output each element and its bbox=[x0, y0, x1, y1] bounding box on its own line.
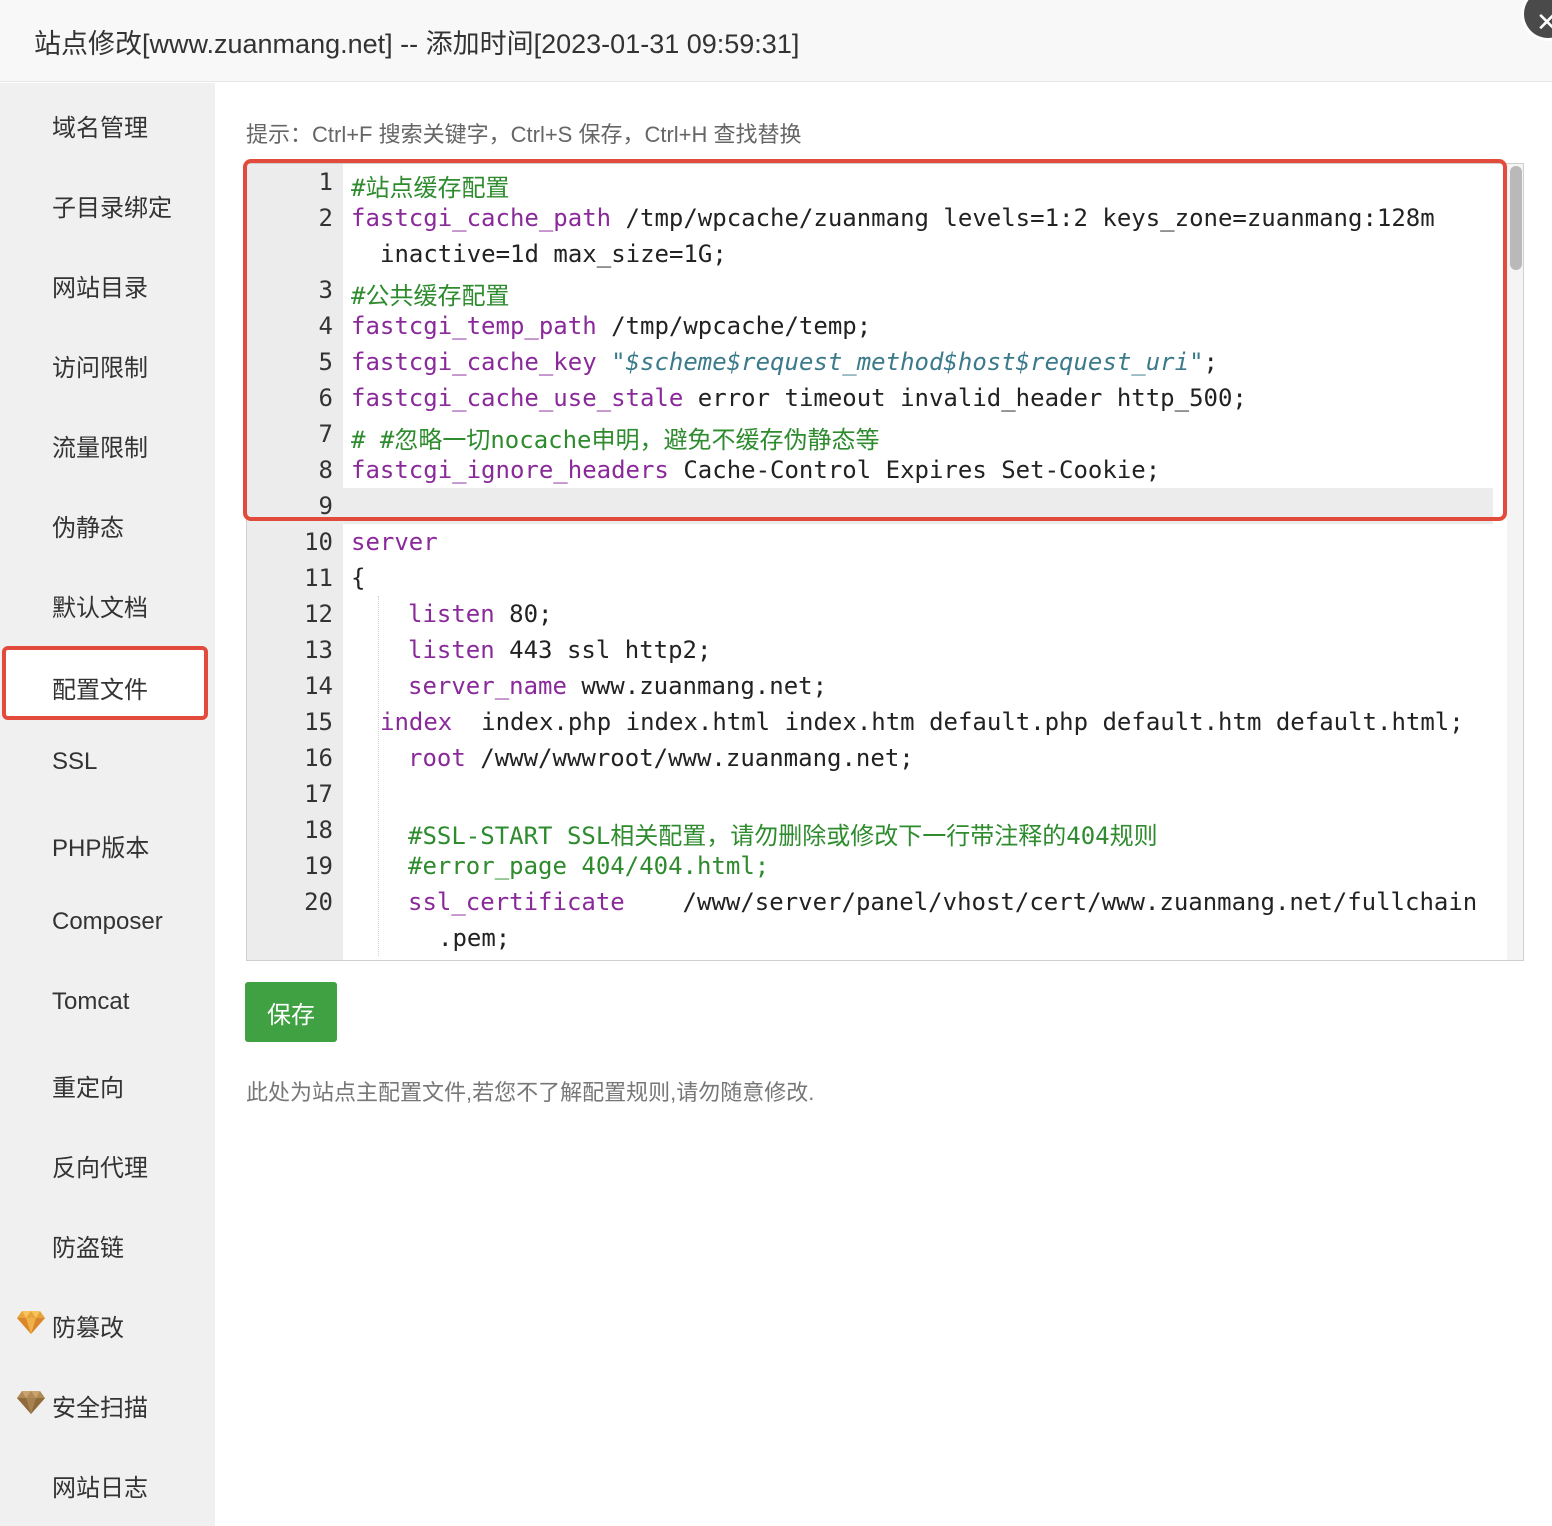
code-line: # #忽略一切nocache申明，避免不缓存伪静态等 bbox=[351, 426, 880, 454]
line-number: 7 bbox=[318, 420, 333, 448]
sidebar-item-tamper-proof[interactable]: 防篡改 bbox=[0, 1283, 215, 1363]
code-line: fastcgi_ignore_headers Cache-Control Exp… bbox=[351, 456, 1161, 484]
sidebar-item-subdir[interactable]: 子目录绑定 bbox=[0, 163, 215, 243]
code-line: listen 80; bbox=[408, 600, 553, 628]
sidebar-item-label: 配置文件 bbox=[52, 677, 148, 704]
code-line: fastcgi_cache_path /tmp/wpcache/zuanmang… bbox=[351, 204, 1435, 232]
sidebar-item-label: Composer bbox=[52, 908, 163, 935]
sidebar-item-default-doc[interactable]: 默认文档 bbox=[0, 563, 215, 643]
sidebar-item-label: 流量限制 bbox=[52, 435, 148, 462]
line-number: 3 bbox=[318, 276, 333, 304]
code-line: { bbox=[351, 564, 366, 592]
sidebar-item-reverse-proxy[interactable]: 反向代理 bbox=[0, 1123, 215, 1203]
code-line-wrap: .pem; bbox=[438, 924, 511, 952]
sidebar-item-label: 默认文档 bbox=[52, 595, 148, 622]
editor-scrollbar[interactable] bbox=[1507, 164, 1523, 960]
line-number: 12 bbox=[304, 600, 333, 628]
sidebar-item-redirect[interactable]: 重定向 bbox=[0, 1043, 215, 1123]
sidebar-item-label: 访问限制 bbox=[52, 355, 148, 382]
code-line: #公共缓存配置 bbox=[351, 282, 510, 310]
sidebar-item-config-file[interactable]: 配置文件 bbox=[2, 646, 208, 720]
gem-icon bbox=[17, 1391, 45, 1414]
scrollbar-thumb[interactable] bbox=[1510, 166, 1522, 270]
sidebar-item-tomcat[interactable]: Tomcat bbox=[0, 963, 215, 1043]
line-number: 15 bbox=[304, 708, 333, 736]
code-line: server bbox=[351, 528, 438, 556]
line-number: 13 bbox=[304, 636, 333, 664]
sidebar-item-label: Tomcat bbox=[52, 988, 130, 1015]
code-line: root /www/wwwroot/www.zuanmang.net; bbox=[408, 744, 914, 772]
sidebar-item-label: PHP版本 bbox=[52, 835, 150, 862]
code-line: server_name www.zuanmang.net; bbox=[408, 672, 828, 700]
sidebar-item-traffic-limit[interactable]: 流量限制 bbox=[0, 403, 215, 483]
code-line: #error_page 404/404.html; bbox=[408, 852, 770, 880]
sidebar-item-label: 子目录绑定 bbox=[52, 195, 172, 222]
sidebar-item-security-scan[interactable]: 安全扫描 bbox=[0, 1363, 215, 1443]
line-number: 19 bbox=[304, 852, 333, 880]
sidebar-item-label: 防篡改 bbox=[52, 1315, 124, 1342]
line-number: 6 bbox=[318, 384, 333, 412]
code-line: index index.php index.html index.htm def… bbox=[380, 708, 1464, 736]
active-line-highlight bbox=[343, 488, 1493, 524]
dialog-title: 站点修改[www.zuanmang.net] -- 添加时间[2023-01-3… bbox=[34, 29, 800, 59]
code-line: #站点缓存配置 bbox=[351, 174, 510, 202]
code-line: ssl_certificate /www/server/panel/vhost/… bbox=[408, 888, 1478, 916]
line-number: 9 bbox=[318, 492, 333, 520]
gem-icon bbox=[17, 1311, 45, 1334]
sidebar-item-domain[interactable]: 域名管理 bbox=[0, 83, 215, 163]
sidebar-item-site-dir[interactable]: 网站目录 bbox=[0, 243, 215, 323]
line-number: 10 bbox=[304, 528, 333, 556]
line-number: 5 bbox=[318, 348, 333, 376]
sidebar-item-php-version[interactable]: PHP版本 bbox=[0, 803, 215, 883]
line-number: 20 bbox=[304, 888, 333, 916]
code-line-wrap: inactive=1d max_size=1G; bbox=[380, 240, 727, 268]
sidebar-item-access-limit[interactable]: 访问限制 bbox=[0, 323, 215, 403]
code-line: fastcgi_cache_use_stale error timeout in… bbox=[351, 384, 1247, 412]
line-number: 4 bbox=[318, 312, 333, 340]
sidebar-item-rewrite[interactable]: 伪静态 bbox=[0, 483, 215, 563]
code-line: fastcgi_cache_key "$scheme$request_metho… bbox=[351, 348, 1218, 376]
save-button[interactable]: 保存 bbox=[245, 982, 337, 1042]
sidebar-item-label: 网站日志 bbox=[52, 1475, 148, 1502]
close-icon: ✕ bbox=[1536, 7, 1552, 37]
line-number: 11 bbox=[304, 564, 333, 592]
code-line: #SSL-START SSL相关配置，请勿删除或修改下一行带注释的404规则 bbox=[408, 822, 1158, 850]
line-number: 16 bbox=[304, 744, 333, 772]
indent-guide bbox=[378, 596, 379, 956]
sidebar-item-label: 防盗链 bbox=[52, 1235, 124, 1262]
sidebar-item-site-log[interactable]: 网站日志 bbox=[0, 1443, 215, 1523]
sidebar-nav: 域名管理 子目录绑定 网站目录 访问限制 流量限制 伪静态 默认文档 配置文件 … bbox=[0, 83, 215, 1526]
code-line: fastcgi_temp_path /tmp/wpcache/temp; bbox=[351, 312, 872, 340]
sidebar-item-label: 伪静态 bbox=[52, 515, 124, 542]
sidebar-item-label: 重定向 bbox=[52, 1075, 124, 1102]
line-number: 14 bbox=[304, 672, 333, 700]
dialog-title-bar: 站点修改[www.zuanmang.net] -- 添加时间[2023-01-3… bbox=[0, 0, 1552, 82]
sidebar-item-ssl[interactable]: SSL bbox=[0, 723, 215, 803]
shortcut-hint: 提示：Ctrl+F 搜索关键字，Ctrl+S 保存，Ctrl+H 查找替换 bbox=[246, 122, 802, 147]
sidebar-item-hotlink[interactable]: 防盗链 bbox=[0, 1203, 215, 1283]
sidebar-item-label: 安全扫描 bbox=[52, 1395, 148, 1422]
line-number: 17 bbox=[304, 780, 333, 808]
sidebar-item-label: SSL bbox=[52, 748, 98, 775]
line-number: 18 bbox=[304, 816, 333, 844]
line-number: 8 bbox=[318, 456, 333, 484]
sidebar-item-label: 域名管理 bbox=[52, 115, 148, 142]
line-number: 2 bbox=[318, 204, 333, 232]
sidebar-item-label: 网站目录 bbox=[52, 275, 148, 302]
config-warning-note: 此处为站点主配置文件,若您不了解配置规则,请勿随意修改. bbox=[246, 1080, 815, 1105]
sidebar-item-label: 反向代理 bbox=[52, 1155, 148, 1182]
sidebar-item-composer[interactable]: Composer bbox=[0, 883, 215, 963]
line-number: 1 bbox=[318, 168, 333, 196]
config-editor[interactable]: 1 2 3 4 5 6 7 8 9 10 11 12 13 14 15 16 1… bbox=[246, 163, 1524, 961]
code-line: listen 443 ssl http2; bbox=[408, 636, 712, 664]
